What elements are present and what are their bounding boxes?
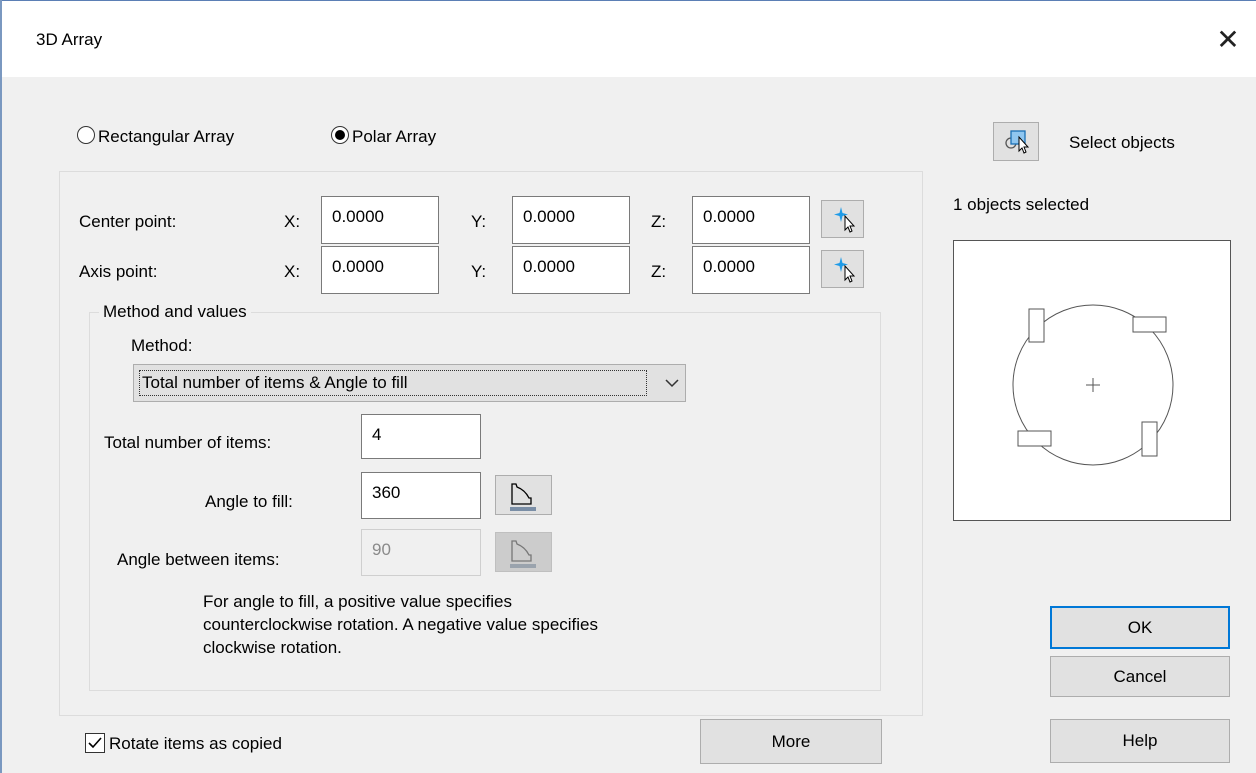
select-objects-button[interactable] [993, 122, 1039, 161]
window-left-border [0, 0, 2, 773]
center-y-input[interactable]: 0.0000 [512, 196, 630, 244]
pick-axis-point-button[interactable] [821, 250, 864, 288]
center-x-label: X: [284, 212, 301, 231]
rectangular-array-label[interactable]: Rectangular Array [98, 127, 234, 147]
cancel-button[interactable]: Cancel [1050, 656, 1230, 697]
rotate-items-checkbox[interactable] [85, 733, 105, 753]
close-icon[interactable]: ✕ [1210, 22, 1246, 58]
total-items-label: Total number of items: [104, 433, 272, 452]
axis-y-input[interactable]: 0.0000 [512, 246, 630, 294]
title-bar [2, 1, 1256, 77]
polar-array-radio[interactable] [331, 126, 349, 144]
method-dropdown[interactable]: Total number of items & Angle to fill [133, 364, 686, 402]
method-values-title: Method and values [99, 302, 251, 322]
axis-x-label: X: [284, 262, 301, 281]
axis-point-label: Axis point: [79, 262, 158, 281]
method-label: Method: [131, 336, 193, 355]
checkmark-icon [88, 737, 102, 749]
rotate-items-label[interactable]: Rotate items as copied [109, 734, 282, 754]
center-z-input[interactable]: 0.0000 [692, 196, 810, 244]
axis-z-label: Z: [651, 262, 667, 281]
axis-z-input[interactable]: 0.0000 [692, 246, 810, 294]
angle-pick-icon [510, 540, 536, 568]
pick-angle-fill-button[interactable] [495, 475, 552, 515]
polar-array-label[interactable]: Polar Array [352, 127, 436, 147]
pick-center-point-button[interactable] [821, 200, 864, 238]
angle-fill-input[interactable]: 360 [361, 472, 481, 519]
total-items-input[interactable]: 4 [361, 414, 481, 459]
select-objects-label: Select objects [1069, 133, 1175, 152]
center-z-label: Z: [651, 212, 667, 231]
axis-x-input[interactable]: 0.0000 [321, 246, 439, 294]
chevron-down-icon [665, 379, 679, 388]
angle-fill-label: Angle to fill: [205, 492, 293, 511]
center-x-input[interactable]: 0.0000 [321, 196, 439, 244]
angle-note: For angle to fill, a positive value spec… [203, 592, 599, 657]
more-button[interactable]: More [700, 719, 882, 764]
center-point-label: Center point: [79, 212, 177, 231]
array-preview [953, 240, 1231, 521]
rectangular-array-radio[interactable] [77, 126, 95, 144]
help-button[interactable]: Help [1050, 719, 1230, 763]
pick-angle-between-button [495, 532, 552, 572]
center-y-label: Y: [471, 212, 487, 231]
pick-point-icon [834, 257, 856, 283]
select-objects-icon [1005, 130, 1030, 154]
ok-button[interactable]: OK [1050, 606, 1230, 649]
polar-array-preview-graphic [1012, 304, 1174, 466]
angle-pick-icon [510, 483, 536, 511]
selection-status: 1 objects selected [953, 195, 1090, 214]
angle-between-input: 90 [361, 529, 481, 576]
method-value: Total number of items & Angle to fill [142, 373, 408, 392]
dialog-title: 3D Array [36, 30, 103, 49]
axis-y-label: Y: [471, 262, 487, 281]
pick-point-icon [834, 207, 856, 233]
angle-between-label: Angle between items: [117, 550, 280, 569]
